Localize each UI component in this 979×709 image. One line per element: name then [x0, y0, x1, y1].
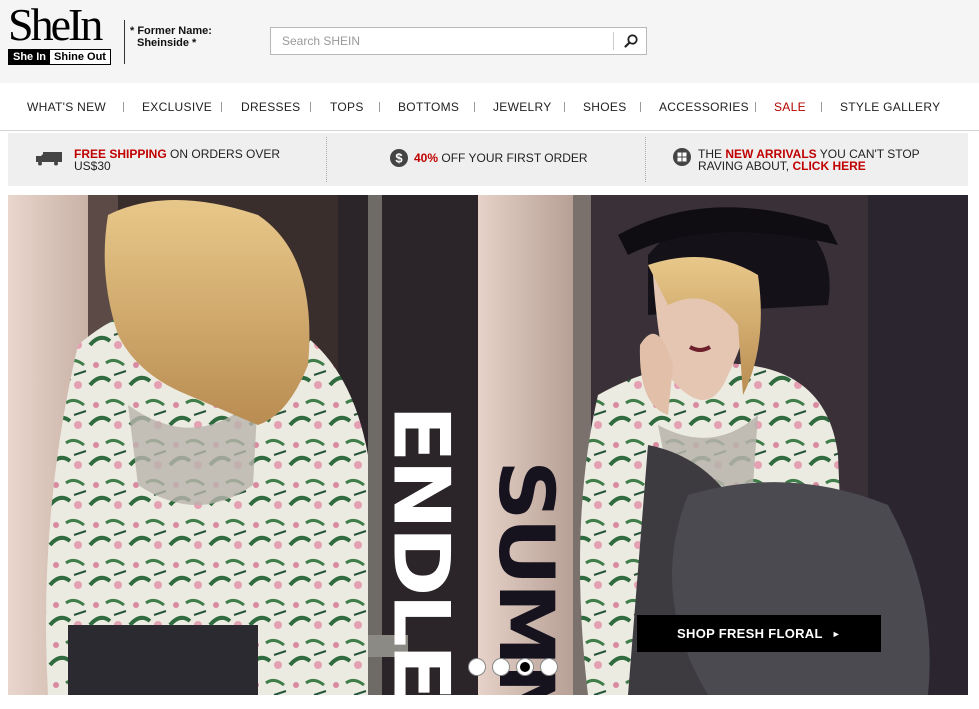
tagline-right: Shine Out	[50, 50, 110, 64]
promo-text: THE NEW ARRIVALS YOU CAN'T STOP RAVING A…	[698, 148, 960, 172]
search-box	[270, 27, 647, 55]
former-name-value: Sheinside *	[137, 37, 197, 49]
brand-logo[interactable]: SheIn She In Shine Out	[8, 2, 122, 66]
cta-label: SHOP FRESH FLORAL	[677, 626, 823, 641]
nav-sale[interactable]: SALE	[774, 100, 806, 114]
promo-free-shipping[interactable]: FREE SHIPPING ON ORDERS OVER US$30	[8, 133, 326, 186]
promo-text: FREE SHIPPING ON ORDERS OVER US$30	[74, 148, 294, 172]
svg-text:$: $	[395, 151, 403, 166]
nav-divider	[564, 102, 565, 112]
site-header: SheIn She In Shine Out * Former Name: Sh…	[0, 0, 979, 83]
former-name-note: * Former Name: Sheinside *	[130, 25, 212, 49]
nav-dresses[interactable]: DRESSES	[241, 100, 300, 114]
nav-divider	[221, 102, 222, 112]
play-arrow-icon: ►	[831, 628, 841, 639]
promo-first-order[interactable]: $ 40% OFF YOUR FIRST ORDER	[327, 133, 645, 186]
nav-exclusive[interactable]: EXCLUSIVE	[142, 100, 212, 114]
former-name-label: * Former Name:	[130, 25, 212, 37]
nav-tops[interactable]: TOPS	[330, 100, 364, 114]
logo-tagline: She In Shine Out	[8, 49, 111, 65]
search-button[interactable]	[614, 28, 647, 54]
slide-dot-1[interactable]	[468, 658, 486, 676]
search-icon	[623, 34, 638, 48]
nav-divider	[474, 102, 475, 112]
slide-dot-2[interactable]	[492, 658, 510, 676]
truck-icon	[36, 152, 62, 166]
nav-divider	[755, 102, 756, 112]
dollar-icon: $	[390, 149, 408, 167]
slide-dot-4[interactable]	[540, 658, 558, 676]
promo-body: OFF YOUR FIRST ORDER	[438, 151, 588, 165]
logo-divider	[124, 20, 125, 64]
main-nav: WHAT'S NEW EXCLUSIVE DRESSES TOPS BOTTOM…	[0, 83, 979, 131]
nav-jewelry[interactable]: JEWELRY	[493, 100, 552, 114]
nav-accessories[interactable]: ACCESSORIES	[659, 100, 749, 114]
tagline-left: She In	[9, 50, 51, 64]
nav-divider	[123, 102, 124, 112]
slide-dot-3[interactable]	[516, 658, 534, 676]
nav-divider	[821, 102, 822, 112]
headline-summer: SUMMER	[482, 460, 571, 695]
logo-wordmark: SheIn	[8, 0, 103, 50]
nav-divider	[379, 102, 380, 112]
nav-bottoms[interactable]: BOTTOMS	[398, 100, 459, 114]
hero-banner[interactable]: ENDLESS SUMMER SHOP FRESH FLORAL ►	[8, 195, 968, 695]
promo-bar: FREE SHIPPING ON ORDERS OVER US$30 $ 40%…	[8, 133, 968, 186]
grid-icon	[673, 148, 691, 166]
headline-endless: ENDLESS	[376, 405, 467, 695]
promo-highlight: 40%	[414, 151, 439, 165]
search-input[interactable]	[271, 28, 613, 54]
click-here-link[interactable]: CLICK HERE	[792, 159, 865, 173]
nav-shoes[interactable]: SHOES	[583, 100, 627, 114]
nav-whats-new[interactable]: WHAT'S NEW	[27, 100, 106, 114]
shop-fresh-floral-button[interactable]: SHOP FRESH FLORAL ►	[637, 615, 881, 652]
promo-text: 40% OFF YOUR FIRST ORDER	[414, 152, 634, 164]
slide-indicator	[468, 658, 558, 676]
promo-new-arrivals[interactable]: THE NEW ARRIVALS YOU CAN'T STOP RAVING A…	[646, 133, 968, 186]
nav-divider	[310, 102, 311, 112]
nav-divider	[640, 102, 641, 112]
nav-style-gallery[interactable]: STYLE GALLERY	[840, 100, 940, 114]
